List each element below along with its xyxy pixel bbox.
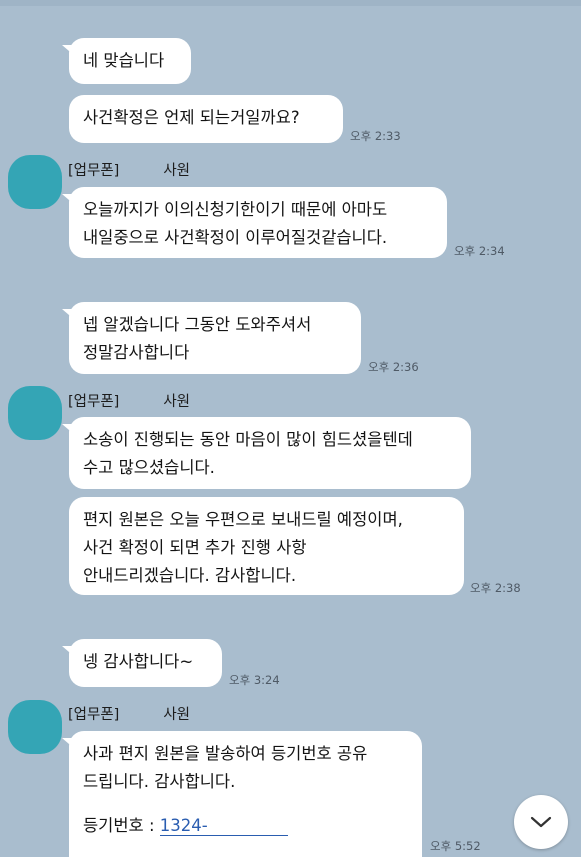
registration-number-link[interactable]: 1324- bbox=[159, 816, 288, 836]
message-line: 소송이 진행되는 동안 마음이 많이 힘드셨을텐데 bbox=[83, 430, 413, 449]
registration-label: 등기번호 : bbox=[83, 816, 160, 835]
message-bubble[interactable]: 사과 편지 원본을 발송하여 등기번호 공유 드립니다. 감사합니다. 등기번호… bbox=[62, 731, 422, 857]
message-line: 내일중으로 사건확정이 이루어질것같습니다. bbox=[83, 228, 388, 247]
message-bubble[interactable]: 사건확정은 언제 되는거일까요? bbox=[69, 95, 343, 143]
message-bubble[interactable]: 소송이 진행되는 동안 마음이 많이 힘드셨을텐데 수고 많으셨습니다. bbox=[62, 417, 471, 489]
message-line: 정말감사합니다 bbox=[83, 343, 190, 362]
message-line: 안내드리겠습니다. 감사합니다. bbox=[83, 566, 297, 585]
message-text: 네 맞습니다 bbox=[83, 51, 165, 70]
message-line: 오늘까지가 이의신청기한이기 때문에 아마도 bbox=[83, 200, 388, 219]
message-time: 오후 5:52 bbox=[430, 839, 481, 853]
sender-name: [업무폰] 사원 bbox=[68, 703, 190, 724]
sender-label: [업무폰] bbox=[68, 163, 120, 179]
chat-room: 네 맞습니다 사건확정은 언제 되는거일까요? 오후 2:33 [업무폰] 사원 … bbox=[0, 0, 581, 857]
message-line: 수고 많으셨습니다. bbox=[83, 458, 215, 477]
scroll-down-button[interactable] bbox=[514, 795, 568, 849]
message-bubble[interactable]: 네 맞습니다 bbox=[62, 38, 191, 84]
message-line: 넵 알겠습니다 그동안 도와주셔서 bbox=[83, 315, 312, 334]
sender-role: 사원 bbox=[163, 707, 191, 723]
sender-name: [업무폰] 사원 bbox=[68, 159, 190, 180]
message-line: 사건 확정이 되면 추가 진행 사항 bbox=[83, 538, 307, 557]
message-text: 사건확정은 언제 되는거일까요? bbox=[83, 108, 300, 127]
message-line: 등기번호 : 1324- bbox=[83, 812, 408, 840]
chevron-down-icon bbox=[529, 814, 553, 830]
message-time: 오후 2:36 bbox=[368, 360, 419, 374]
avatar[interactable] bbox=[8, 386, 62, 440]
sender-label: [업무폰] bbox=[68, 707, 120, 723]
avatar[interactable] bbox=[8, 700, 62, 754]
sender-label: [업무폰] bbox=[68, 394, 120, 410]
message-time: 오후 2:34 bbox=[454, 244, 505, 258]
message-time: 오후 3:24 bbox=[229, 673, 280, 687]
sender-role: 사원 bbox=[163, 163, 191, 179]
sender-role: 사원 bbox=[163, 394, 191, 410]
message-line: 편지 원본은 오늘 우편으로 보내드릴 예정이며, bbox=[83, 510, 403, 529]
message-bubble[interactable]: 넵 알겠습니다 그동안 도와주셔서 정말감사합니다 bbox=[62, 302, 361, 374]
message-time: 오후 2:33 bbox=[350, 129, 401, 143]
top-edge bbox=[0, 0, 581, 6]
message-text: 넹 감사합니다~ bbox=[83, 652, 194, 671]
message-bubble[interactable]: 넹 감사합니다~ bbox=[62, 639, 222, 687]
message-time: 오후 2:38 bbox=[470, 581, 521, 595]
message-bubble[interactable]: 오늘까지가 이의신청기한이기 때문에 아마도 내일중으로 사건확정이 이루어질것… bbox=[62, 187, 447, 258]
message-bubble[interactable]: 편지 원본은 오늘 우편으로 보내드릴 예정이며, 사건 확정이 되면 추가 진… bbox=[69, 497, 464, 595]
avatar[interactable] bbox=[8, 155, 62, 209]
sender-name: [업무폰] 사원 bbox=[68, 390, 190, 411]
message-line: 드립니다. 감사합니다. bbox=[83, 772, 236, 791]
message-line: 사과 편지 원본을 발송하여 등기번호 공유 bbox=[83, 744, 368, 763]
